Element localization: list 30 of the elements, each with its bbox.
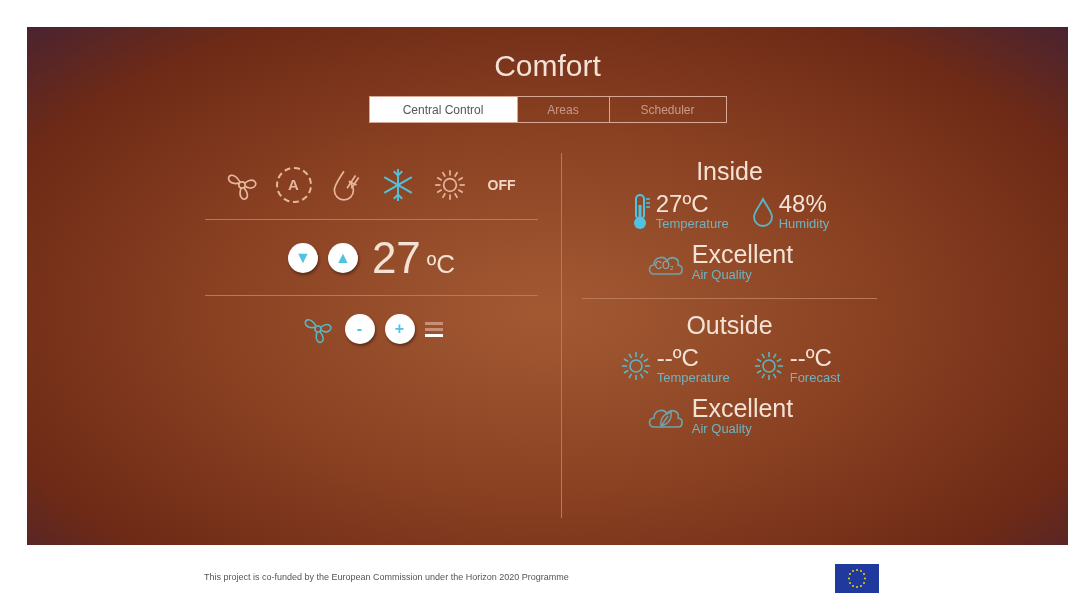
flag-icon <box>834 563 879 593</box>
reading-value: --ºC <box>789 345 833 370</box>
drop-icon <box>750 197 775 228</box>
tab[interactable]: Areas <box>516 97 609 122</box>
reading-label: Forecast <box>789 369 841 386</box>
increase-button[interactable]: + <box>384 314 415 344</box>
decrease-button[interactable]: - <box>344 314 375 344</box>
increase-button[interactable]: ▲ <box>327 242 358 273</box>
reading-label: Temperature <box>655 216 729 233</box>
reading-value: --ºC <box>656 345 700 370</box>
section-heading: Inside <box>696 159 763 184</box>
temperature-unit: ºC <box>426 250 456 277</box>
reading-label: Temperature <box>656 369 730 386</box>
tab[interactable]: Central Control <box>369 97 517 122</box>
reading-label: Humidity <box>778 216 830 233</box>
co2-label: CO₂ <box>654 260 674 271</box>
reading-value: 27ºC <box>655 192 710 216</box>
auto-mode-button[interactable]: A <box>275 167 312 203</box>
temperature-value: 27 <box>371 235 421 280</box>
air-quality-value: Excellent <box>691 242 794 268</box>
air-quality-label: Air Quality <box>691 267 753 284</box>
tab[interactable]: Scheduler <box>608 97 726 122</box>
page-title: Comfort <box>494 51 601 81</box>
air-quality-value: Excellent <box>691 395 794 421</box>
section-heading: Outside <box>686 312 773 338</box>
off-button[interactable]: OFF <box>483 174 520 196</box>
reading-value: 48% <box>778 192 828 216</box>
air-quality-label: Air Quality <box>691 420 753 437</box>
funding-note: This project is co-funded by the European Commission under the Horizon 2020 Programme <box>204 571 569 585</box>
decrease-button[interactable]: ▼ <box>287 242 318 273</box>
